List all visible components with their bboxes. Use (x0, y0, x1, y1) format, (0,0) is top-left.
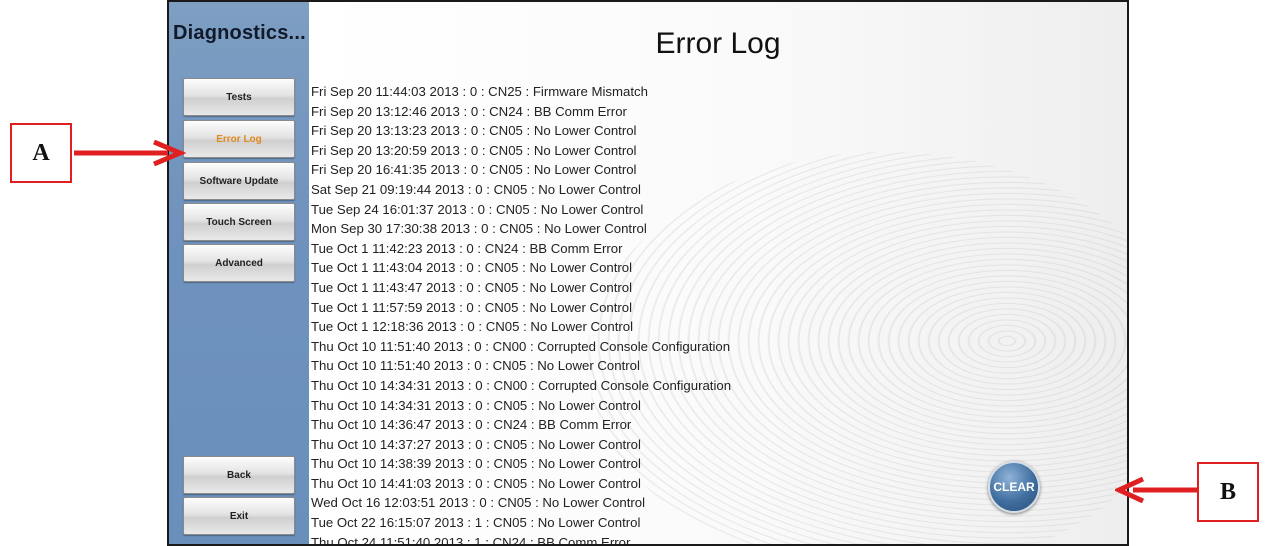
log-entry: Tue Sep 24 16:01:37 2013 : 0 : CN05 : No… (311, 201, 644, 217)
callout-a-box: A (10, 123, 72, 183)
log-entry: Tue Oct 1 11:43:47 2013 : 0 : CN05 : No … (311, 279, 633, 295)
log-entry: Wed Oct 16 12:03:51 2013 : 0 : CN05 : No… (311, 495, 646, 511)
log-entry: Fri Sep 20 11:44:03 2013 : 0 : CN25 : Fi… (311, 84, 648, 99)
log-entry: Fri Sep 20 13:13:23 2013 : 0 : CN05 : No… (311, 123, 637, 139)
log-entry: Fri Sep 20 13:20:59 2013 : 0 : CN05 : No… (311, 142, 637, 158)
back-button[interactable]: Back (183, 456, 295, 494)
log-entry: Sat Sep 21 09:19:44 2013 : 0 : CN05 : No… (311, 181, 641, 197)
error-log-list[interactable]: Fri Sep 20 11:44:03 2013 : 0 : CN25 : Fi… (311, 82, 732, 546)
log-entry: Thu Oct 10 14:34:31 2013 : 0 : CN05 : No… (311, 397, 641, 413)
log-entry: Mon Sep 30 17:30:38 2013 : 0 : CN05 : No… (311, 221, 647, 237)
log-entry: Thu Oct 10 11:51:40 2013 : 0 : CN00 : Co… (311, 338, 731, 354)
log-entry: Fri Sep 20 13:12:46 2013 : 0 : CN24 : BB… (311, 103, 627, 119)
log-entry: Thu Oct 10 14:37:27 2013 : 0 : CN05 : No… (311, 436, 641, 452)
exit-button[interactable]: Exit (183, 497, 295, 535)
callout-b-arrow-icon (1115, 477, 1197, 503)
log-entry: Tue Oct 1 12:18:36 2013 : 0 : CN05 : No … (311, 319, 634, 335)
log-entry: Thu Oct 10 14:36:47 2013 : 0 : CN24 : BB… (311, 417, 632, 433)
log-entry: Tue Oct 1 11:42:23 2013 : 0 : CN24 : BB … (311, 240, 623, 256)
sidebar: Diagnostics... Tests Error Log Software … (169, 2, 309, 544)
callout-a-arrow-icon (74, 140, 187, 166)
clear-button[interactable]: CLEAR (988, 461, 1040, 513)
log-entry: Thu Oct 10 14:38:39 2013 : 0 : CN05 : No… (311, 456, 641, 472)
sidebar-title: Diagnostics... (173, 22, 306, 44)
tests-button[interactable]: Tests (183, 78, 295, 116)
page-title: Error Log (655, 27, 781, 60)
diagnostics-screen: Diagnostics... Tests Error Log Software … (167, 0, 1129, 546)
touch-screen-button[interactable]: Touch Screen (183, 203, 295, 241)
advanced-button[interactable]: Advanced (183, 244, 295, 282)
log-entry: Tue Oct 1 11:57:59 2013 : 0 : CN05 : No … (311, 299, 633, 315)
log-entry: Thu Oct 24 11:51:40 2013 : 1 : CN24 : BB… (311, 534, 631, 546)
log-entry: Thu Oct 10 11:51:40 2013 : 0 : CN05 : No… (311, 358, 640, 374)
software-update-button[interactable]: Software Update (183, 162, 295, 200)
log-entry: Thu Oct 10 14:41:03 2013 : 0 : CN05 : No… (311, 475, 641, 491)
log-entry: Thu Oct 10 14:34:31 2013 : 0 : CN00 : Co… (311, 377, 732, 393)
log-entry: Tue Oct 22 16:15:07 2013 : 1 : CN05 : No… (311, 515, 641, 531)
callout-b-box: B (1197, 462, 1259, 522)
log-entry: Fri Sep 20 16:41:35 2013 : 0 : CN05 : No… (311, 162, 637, 178)
error-log-panel: Error Log Fri Sep 20 11:44:03 2013 : 0 :… (309, 2, 1127, 546)
error-log-button[interactable]: Error Log (183, 120, 295, 158)
log-entry: Tue Oct 1 11:43:04 2013 : 0 : CN05 : No … (311, 260, 633, 276)
